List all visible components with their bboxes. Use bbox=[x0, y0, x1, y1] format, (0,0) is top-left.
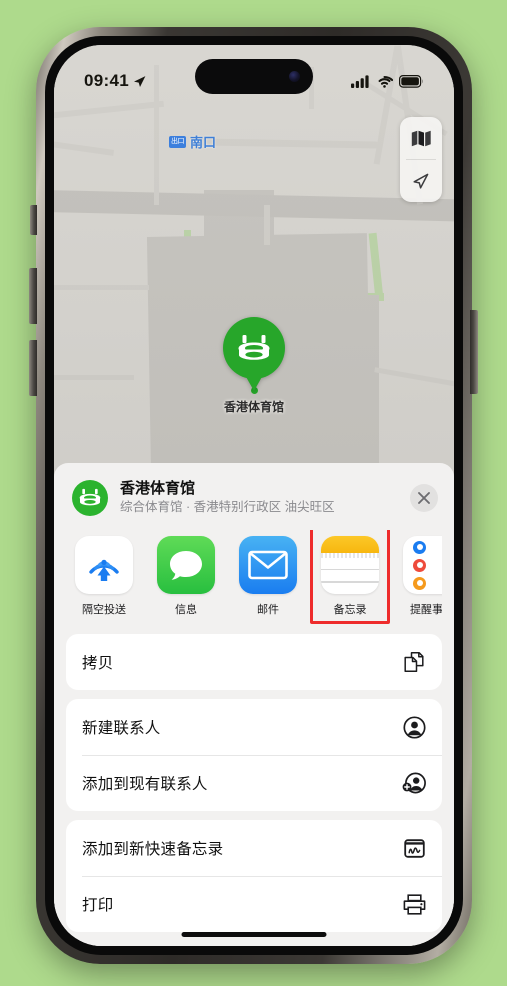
share-app-label: 邮件 bbox=[257, 604, 279, 616]
map-place-pin[interactable]: 香港体育馆 bbox=[223, 317, 285, 415]
messages-icon bbox=[157, 536, 215, 594]
pin-marker bbox=[223, 317, 285, 379]
status-bar-left: 09:41 bbox=[84, 71, 147, 91]
volume-down-button[interactable] bbox=[29, 340, 37, 396]
action-label: 添加到现有联系人 bbox=[82, 776, 208, 793]
action-row-quick-note[interactable]: 添加到新快速备忘录 bbox=[66, 820, 442, 876]
map-controls[interactable] bbox=[400, 117, 442, 202]
place-subtitle: 综合体育馆 · 香港特别行政区 油尖旺区 bbox=[120, 500, 335, 514]
copy-icon bbox=[402, 650, 426, 674]
stadium-icon bbox=[238, 335, 270, 360]
map-locate-button[interactable] bbox=[400, 160, 442, 202]
share-app-mail[interactable]: 邮件 bbox=[236, 536, 300, 617]
share-app-messages[interactable]: 信息 bbox=[154, 536, 218, 617]
share-app-airdrop[interactable]: 隔空投送 bbox=[72, 536, 136, 617]
notes-icon bbox=[321, 536, 379, 594]
front-camera-icon bbox=[289, 71, 300, 82]
home-indicator[interactable] bbox=[181, 932, 327, 937]
action-group: 添加到新快速备忘录 打印 bbox=[66, 820, 442, 932]
reminders-icon bbox=[403, 536, 442, 594]
share-app-reminders[interactable]: 提醒事项 bbox=[400, 536, 442, 617]
share-app-notes[interactable]: 备忘录 bbox=[310, 530, 390, 624]
location-arrow-icon bbox=[133, 75, 146, 87]
map-layers-icon bbox=[411, 130, 431, 146]
quick-note-icon bbox=[402, 836, 426, 860]
place-title: 香港体育馆 bbox=[120, 480, 196, 497]
airdrop-icon bbox=[75, 536, 133, 594]
share-app-label: 提醒事项 bbox=[410, 604, 442, 616]
action-row-add-to-contact[interactable]: 添加到现有联系人 bbox=[66, 755, 442, 811]
share-app-label: 信息 bbox=[175, 604, 197, 616]
close-button[interactable] bbox=[410, 483, 438, 512]
action-label: 拷贝 bbox=[82, 655, 114, 672]
status-bar-right bbox=[351, 74, 424, 88]
stadium-icon bbox=[79, 488, 101, 506]
share-app-row[interactable]: 隔空投送 信息 邮件 备忘录 提醒事 bbox=[66, 530, 442, 625]
close-icon bbox=[418, 491, 430, 504]
signal-bars-icon bbox=[351, 74, 369, 88]
action-label: 打印 bbox=[82, 897, 114, 914]
share-app-label: 备忘录 bbox=[333, 604, 367, 616]
share-sheet-header: 香港体育馆 综合体育馆 · 香港特别行政区 油尖旺区 bbox=[66, 463, 442, 530]
silent-switch[interactable] bbox=[30, 205, 37, 235]
pin-label: 香港体育馆 bbox=[223, 400, 284, 414]
battery-icon bbox=[399, 74, 423, 88]
phone-screen: 出口 南口 香港体育馆 09:41 香港体育馆 综合体育馆 · 香港特别行政区 … bbox=[54, 45, 454, 946]
power-button[interactable] bbox=[470, 310, 478, 394]
action-label: 添加到新快速备忘录 bbox=[82, 841, 224, 858]
action-row-print[interactable]: 打印 bbox=[66, 876, 442, 932]
action-group: 新建联系人 添加到现有联系人 bbox=[66, 699, 442, 811]
share-sheet: 香港体育馆 综合体育馆 · 香港特别行政区 油尖旺区 隔空投送 信息 邮件 备忘… bbox=[54, 463, 454, 946]
transit-exit-badge: 出口 bbox=[169, 135, 186, 148]
printer-icon bbox=[402, 892, 426, 916]
status-time: 09:41 bbox=[84, 71, 129, 90]
add-to-contact-icon bbox=[402, 771, 426, 795]
transit-label-text: 南口 bbox=[190, 135, 217, 150]
action-row-copy[interactable]: 拷贝 bbox=[66, 634, 442, 690]
map-layers-button[interactable] bbox=[400, 117, 442, 159]
wifi-icon bbox=[378, 75, 393, 88]
volume-up-button[interactable] bbox=[29, 268, 37, 324]
place-icon bbox=[72, 479, 108, 516]
dynamic-island[interactable] bbox=[195, 59, 313, 94]
action-group: 拷贝 bbox=[66, 634, 442, 690]
action-row-new-contact[interactable]: 新建联系人 bbox=[66, 699, 442, 755]
location-arrow-icon bbox=[413, 173, 429, 189]
place-text-block: 香港体育馆 综合体育馆 · 香港特别行政区 油尖旺区 bbox=[120, 479, 410, 516]
share-app-label: 隔空投送 bbox=[82, 604, 126, 616]
map-transit-label[interactable]: 出口 南口 bbox=[169, 132, 216, 151]
action-label: 新建联系人 bbox=[82, 720, 161, 737]
mail-icon bbox=[239, 536, 297, 594]
new-contact-icon bbox=[402, 715, 426, 739]
